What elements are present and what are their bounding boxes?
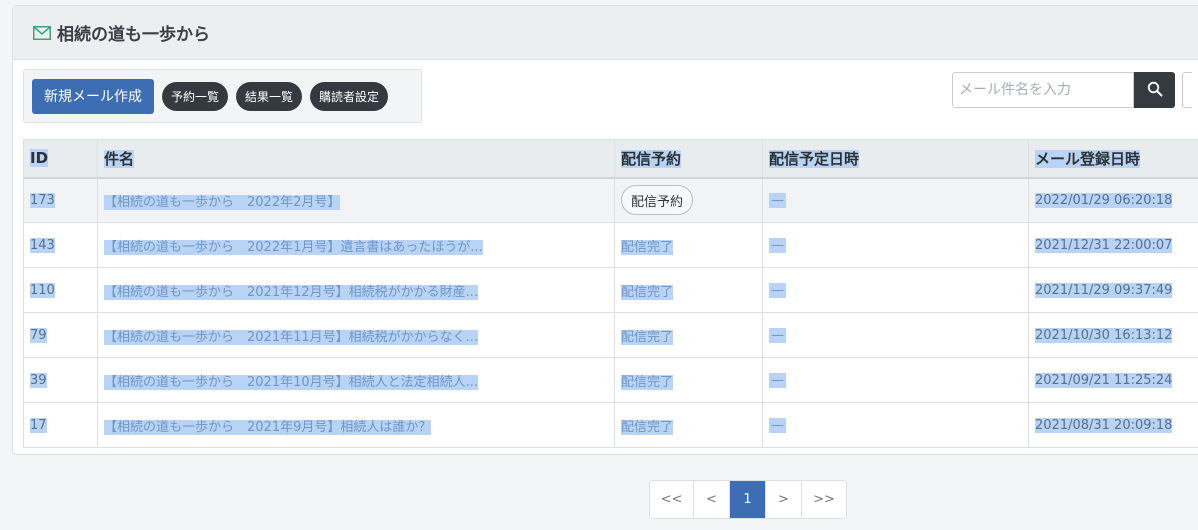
row-id: 17 [23, 402, 98, 448]
subscriber-settings-button[interactable]: 購読者設定 [310, 81, 389, 111]
header-scheduled-date[interactable]: 配信予定日時 [762, 139, 1029, 179]
table-row: 143 【相続の道も一歩から 2022年1月号】遺言書はあったほうが... 配信… [23, 222, 1198, 268]
result-list-button[interactable]: 結果一覧 [236, 81, 303, 111]
row-registered: 2021/08/31 20:09:18 [1028, 402, 1198, 448]
table-row: 17 【相続の道も一歩から 2021年9月号】相続人は誰か？ 配信完了 — 20… [23, 402, 1198, 448]
row-status: 配信完了 [614, 357, 763, 403]
toolbar: 新規メール作成 予約一覧 結果一覧 購読者設定 [23, 69, 422, 123]
page-current[interactable]: 1 [730, 481, 766, 518]
pagination: << < 1 > >> [649, 480, 847, 519]
mail-icon [33, 25, 51, 40]
panel-header: 相続の道も一歩から [13, 6, 1198, 60]
row-status: 配信完了 [614, 267, 763, 313]
row-subject-link[interactable]: 【相続の道も一歩から 2022年2月号】 [97, 177, 615, 223]
row-registered: 2021/11/29 09:37:49 [1028, 267, 1198, 313]
search-bar [952, 72, 1175, 108]
clipped-button[interactable] [1182, 72, 1192, 108]
search-icon [1147, 81, 1163, 100]
row-scheduled: — [762, 222, 1029, 268]
row-registered: 2021/09/21 11:25:24 [1028, 357, 1198, 403]
row-id: 39 [23, 357, 98, 403]
row-subject-link[interactable]: 【相続の道も一歩から 2021年11月号】相続税がかからなく... [97, 312, 615, 358]
mail-table: ID 件名 配信予約 配信予定日時 メール登録日時 173 【相続の道も一歩から… [23, 139, 1198, 448]
page-prev[interactable]: < [694, 481, 730, 518]
row-status: 配信完了 [614, 222, 763, 268]
row-status: 配信完了 [614, 402, 763, 448]
page-title: 相続の道も一歩から [57, 25, 210, 45]
row-id: 79 [23, 312, 98, 358]
row-status: 配信完了 [614, 312, 763, 358]
page-first[interactable]: << [650, 481, 694, 518]
schedule-list-button[interactable]: 予約一覧 [162, 81, 229, 111]
new-mail-button[interactable]: 新規メール作成 [32, 78, 154, 114]
row-registered: 2021/10/30 16:13:12 [1028, 312, 1198, 358]
row-id: 173 [23, 177, 98, 223]
row-status: 配信予約 [614, 177, 763, 223]
row-scheduled: — [762, 402, 1029, 448]
page-next[interactable]: > [766, 481, 802, 518]
row-subject-link[interactable]: 【相続の道も一歩から 2021年10月号】相続人と法定相続人... [97, 357, 615, 403]
table-row: 173 【相続の道も一歩から 2022年2月号】 配信予約 — 2022/01/… [23, 177, 1198, 223]
row-subject-link[interactable]: 【相続の道も一歩から 2021年9月号】相続人は誰か？ [97, 402, 615, 448]
page-last[interactable]: >> [802, 481, 846, 518]
table-row: 79 【相続の道も一歩から 2021年11月号】相続税がかからなく... 配信完… [23, 312, 1198, 358]
row-id: 110 [23, 267, 98, 313]
header-id[interactable]: ID [23, 139, 98, 179]
row-registered: 2021/12/31 22:00:07 [1028, 222, 1198, 268]
row-scheduled: — [762, 357, 1029, 403]
header-schedule[interactable]: 配信予約 [614, 139, 763, 179]
row-id: 143 [23, 222, 98, 268]
header-registered-date[interactable]: メール登録日時 [1028, 139, 1198, 179]
row-subject-link[interactable]: 【相続の道も一歩から 2021年12月号】相続税がかかる財産... [97, 267, 615, 313]
row-registered: 2022/01/29 06:20:18 [1028, 177, 1198, 223]
row-scheduled: — [762, 267, 1029, 313]
search-button[interactable] [1134, 72, 1175, 108]
schedule-button[interactable]: 配信予約 [621, 185, 694, 216]
search-input[interactable] [952, 72, 1134, 108]
row-scheduled: — [762, 312, 1029, 358]
table-header-row: ID 件名 配信予約 配信予定日時 メール登録日時 [23, 139, 1198, 179]
table-row: 110 【相続の道も一歩から 2021年12月号】相続税がかかる財産... 配信… [23, 267, 1198, 313]
header-subject[interactable]: 件名 [97, 139, 615, 179]
row-scheduled: — [762, 177, 1029, 223]
table-row: 39 【相続の道も一歩から 2021年10月号】相続人と法定相続人... 配信完… [23, 357, 1198, 403]
row-subject-link[interactable]: 【相続の道も一歩から 2022年1月号】遺言書はあったほうが... [97, 222, 615, 268]
